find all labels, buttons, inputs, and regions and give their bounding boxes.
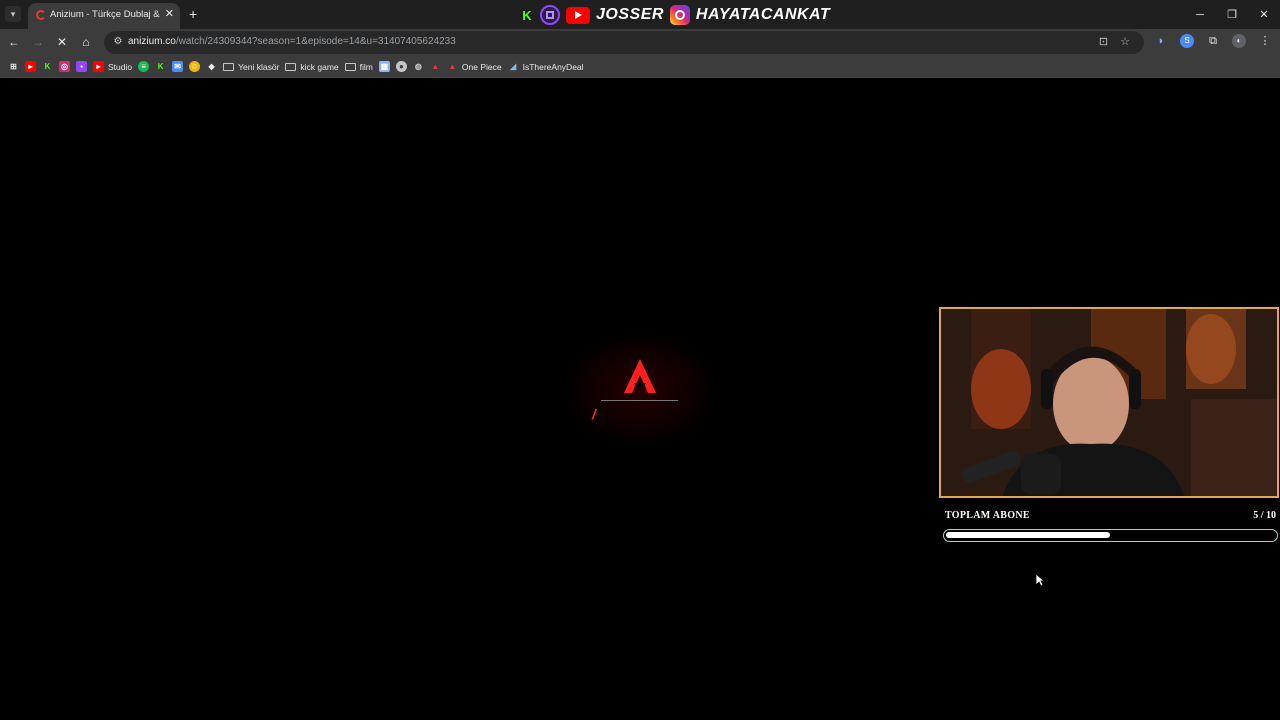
subscriber-goal-progress-bar (943, 529, 1278, 542)
bookmark-item[interactable]: ▲ (430, 59, 441, 75)
loader-progress-line (601, 400, 678, 401)
stream-overlay-brand: K JOSSER HAYATACANKAT (520, 4, 830, 26)
bookmark-star-icon[interactable]: ☆ (1120, 35, 1130, 48)
mouse-cursor-icon (1035, 573, 1045, 587)
bookmark-label: One Piece (461, 61, 502, 72)
tab-anizium[interactable]: Anizium - Türkçe Dublaj & 4K İzle ✕ (28, 3, 180, 29)
forward-button[interactable]: → (30, 34, 46, 50)
bookmark-item[interactable]: ⊞ (8, 59, 19, 75)
bookmark-item[interactable]: ◎ (59, 59, 70, 75)
site-info-icon[interactable]: ⚙ (112, 36, 124, 48)
overlay-brand-hayatacankat: HAYATACANKAT (695, 6, 831, 23)
media-control-icon[interactable]: ◗ (1154, 34, 1168, 48)
extensions-puzzle-icon[interactable]: ⧉ (1206, 34, 1220, 48)
bookmark-item[interactable]: ▸ (25, 59, 36, 75)
tag-icon: ◢ (510, 62, 517, 71)
webcam-feed-image (941, 309, 1277, 496)
close-window-button[interactable]: ✕ (1248, 0, 1280, 29)
back-button[interactable]: ← (6, 34, 22, 50)
bookmark-item[interactable]: film (344, 59, 373, 75)
anizium-icon: ▲ (448, 62, 457, 71)
image-icon: ▦ (378, 61, 390, 72)
mail-icon: ✉ (172, 61, 184, 72)
chrome-menu-icon[interactable]: ⋮ (1258, 34, 1272, 48)
minimize-button[interactable]: ─ (1184, 0, 1216, 29)
bookmark-item[interactable]: ● (395, 59, 407, 75)
twitch-logo-icon (540, 5, 560, 25)
bookmark-label: Yeni klasör (238, 61, 280, 72)
bookmark-item[interactable]: K (155, 59, 166, 75)
folder-icon (344, 62, 356, 71)
tab-search-button[interactable]: ▾ (5, 6, 21, 22)
subscriber-goal-count: 5 / 10 (1253, 510, 1276, 521)
kick-logo-icon: K (520, 8, 534, 23)
url-text[interactable]: anizium.co/watch/24309344?season=1&episo… (128, 36, 456, 47)
bookmark-item[interactable]: K (42, 59, 53, 75)
folder-icon (223, 62, 235, 71)
loader-mark-icon: / (592, 406, 596, 422)
browser-toolbar: ← → ✕ ⌂ ⚙ anizium.co/watch/24309344?seas… (0, 29, 1280, 56)
instagram-logo-icon (669, 5, 690, 25)
bookmark-item[interactable]: ▪ (76, 59, 87, 75)
steam-icon: ● (395, 61, 407, 72)
webcam-overlay (939, 307, 1279, 498)
bookmark-item[interactable]: ☺ (189, 59, 201, 75)
bookmark-item[interactable]: ◢ IsThereAnyDeal (508, 59, 584, 75)
bookmark-item[interactable]: ▦ (378, 59, 390, 75)
profile-avatar-icon[interactable]: ◐ (1232, 34, 1246, 48)
bookmark-item[interactable]: ≡ (138, 59, 150, 75)
spotify-icon: ≡ (138, 61, 150, 72)
subscriber-goal-progress-fill (946, 532, 1110, 538)
extension-icon[interactable]: S (1180, 34, 1194, 48)
tab-strip: ▾ Anizium - Türkçe Dublaj & 4K İzle ✕ + … (0, 0, 1280, 29)
youtube-icon: ▸ (25, 61, 36, 72)
bookmark-item[interactable]: ▲ One Piece (447, 59, 502, 75)
bookmark-label: Studio (108, 61, 133, 72)
subscriber-goal-label: TOPLAM ABONE (945, 510, 1030, 521)
bookmark-item[interactable]: ◍ (413, 59, 424, 75)
globe-icon: ◍ (414, 62, 422, 71)
bookmark-item[interactable]: ◆ (206, 59, 217, 75)
tab-title: Anizium - Türkçe Dublaj & 4K İzle (50, 9, 160, 20)
bookmark-item[interactable]: ▸ Studio (93, 59, 132, 75)
bookmark-item[interactable]: kick game (285, 59, 339, 75)
stop-loading-button[interactable]: ✕ (54, 34, 70, 50)
anime-icon: ☺ (189, 61, 201, 72)
kick-icon: K (44, 62, 51, 71)
loading-spinner-icon (36, 10, 46, 20)
kick-icon: K (157, 62, 164, 71)
youtube-logo-icon (566, 6, 590, 24)
bookmark-label: IsThereAnyDeal (522, 61, 584, 72)
bookmark-item[interactable]: ✉ (172, 59, 184, 75)
overlay-brand-josser: JOSSER (596, 6, 664, 23)
apps-icon: ⊞ (10, 62, 17, 71)
window-controls: ─ ❐ ✕ (1184, 0, 1280, 29)
folder-icon (285, 62, 297, 71)
diamond-icon: ◆ (208, 62, 215, 71)
youtube-studio-icon: ▸ (93, 61, 104, 72)
bookmark-label: kick game (300, 61, 339, 72)
install-app-icon[interactable]: ⊡ (1099, 35, 1108, 48)
new-tab-button[interactable]: + (189, 6, 197, 22)
tab-close-icon[interactable]: ✕ (165, 7, 174, 20)
bookmarks-bar: ⊞ ▸ K ◎ ▪ ▸ Studio ≡ K ✉ ☺ ◆ Yeni klasör kick game fil… (0, 56, 1280, 78)
instagram-icon: ◎ (59, 61, 70, 72)
bookmark-label: film (359, 61, 373, 72)
restore-button[interactable]: ❐ (1216, 0, 1248, 29)
anizium-icon: ▲ (431, 62, 440, 71)
bookmark-item[interactable]: Yeni klasör (223, 59, 279, 75)
home-button[interactable]: ⌂ (78, 34, 94, 50)
anizium-loader-logo-icon (624, 359, 656, 393)
twitch-icon: ▪ (76, 61, 87, 72)
address-bar[interactable]: ⚙ anizium.co/watch/24309344?season=1&epi… (104, 31, 1144, 54)
